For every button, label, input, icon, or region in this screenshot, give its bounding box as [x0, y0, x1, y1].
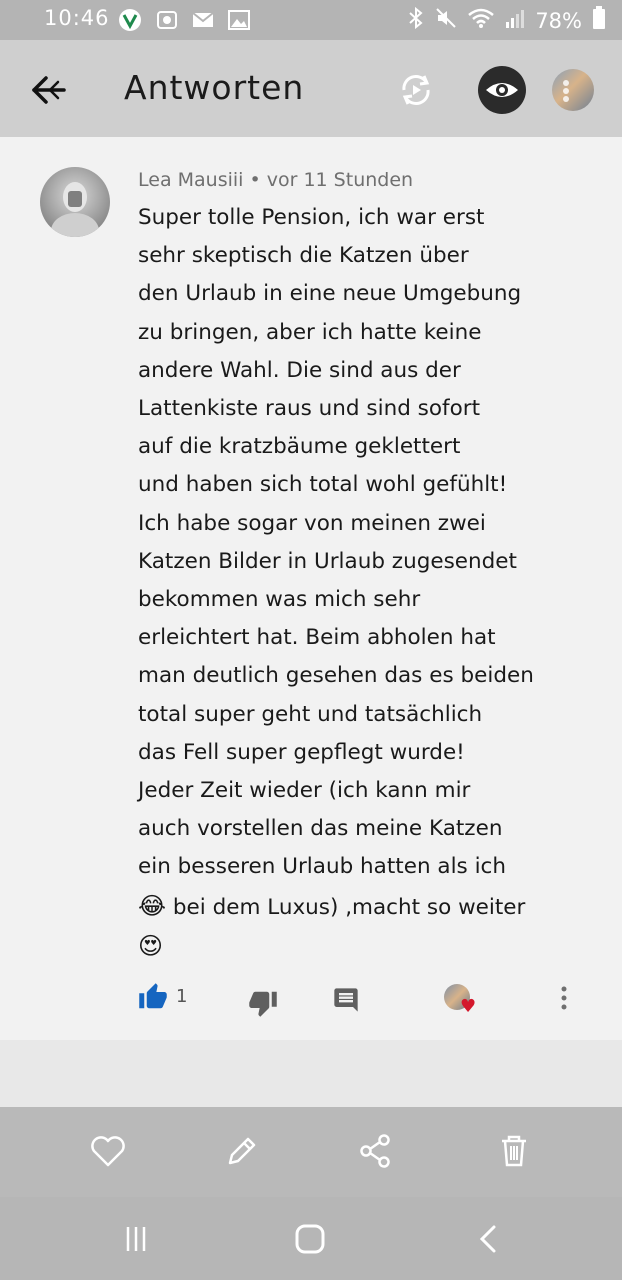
comment-icon: [334, 988, 358, 1012]
like-count: 1: [176, 986, 188, 1007]
home-button[interactable]: [292, 1221, 328, 1257]
comment-body-tail: bei dem Luxus) ,macht so weiter: [166, 894, 526, 920]
mute-icon: [435, 7, 457, 34]
recent-apps-icon: [126, 1227, 146, 1251]
nav-back-button[interactable]: [470, 1221, 506, 1257]
thumbs-up-icon: [139, 983, 167, 1009]
comment-actions: 1 ♥: [0, 980, 622, 1020]
page-title: Antworten: [124, 68, 305, 107]
notification-icons: [118, 8, 250, 36]
battery-icon: [592, 6, 606, 35]
share-icon: [360, 1134, 390, 1168]
comment-card: Lea Mausiii • vor 11 Stunden Super tolle…: [0, 137, 622, 1040]
profile-photo: [563, 80, 569, 102]
meta-separator: •: [249, 169, 261, 191]
battery-text: 78%: [535, 8, 582, 33]
mail-icon: [192, 11, 214, 33]
edit-button[interactable]: [222, 1131, 262, 1171]
more-options-button[interactable]: [556, 982, 572, 1014]
comment-time: vor 11 Stunden: [266, 169, 414, 191]
comment-author[interactable]: Lea Mausiii: [138, 169, 243, 191]
comment-body: Super tolle Pension, ich war erst sehr s…: [138, 205, 534, 880]
refresh-button[interactable]: [396, 70, 436, 110]
home-icon: [295, 1224, 325, 1254]
more-vert-icon: [561, 986, 567, 1010]
content-spacer: [0, 1040, 622, 1107]
heart-outline-icon: [91, 1136, 125, 1167]
chevron-left-icon: [479, 1225, 496, 1253]
status-bar: 10:46 78%: [0, 0, 622, 40]
favorite-button[interactable]: [88, 1131, 128, 1171]
image-icon: [228, 10, 250, 34]
comment-meta: Lea Mausiii • vor 11 Stunden: [138, 169, 413, 191]
recent-apps-button[interactable]: [118, 1221, 154, 1257]
profile-avatar[interactable]: [552, 69, 594, 111]
refresh-icon: [402, 75, 430, 105]
heart-eyes-emoji: 😍: [138, 931, 164, 960]
vpn-icon: [118, 8, 142, 36]
dislike-button[interactable]: [248, 988, 278, 1018]
bottom-toolbar: [0, 1107, 622, 1197]
back-button[interactable]: [28, 72, 72, 108]
visibility-button[interactable]: [478, 66, 526, 114]
trash-icon: [502, 1135, 526, 1167]
app-bar: Antworten: [0, 40, 622, 137]
reply-button[interactable]: [332, 986, 360, 1014]
like-button[interactable]: [138, 982, 168, 1012]
thumbs-down-icon: [249, 991, 277, 1017]
avatar-photo: [51, 182, 99, 237]
comment-avatar[interactable]: [40, 167, 110, 237]
signal-icon: [505, 7, 525, 34]
system-status: 78%: [407, 6, 606, 35]
laughing-emoji: 😂: [138, 891, 167, 920]
bluetooth-icon: [407, 6, 425, 35]
heart-icon: ♥: [460, 996, 477, 1017]
comment-text: Super tolle Pension, ich war erst sehr s…: [138, 199, 558, 967]
back-arrow-icon: [32, 76, 66, 104]
share-button[interactable]: [356, 1131, 396, 1171]
eye-icon: [486, 83, 518, 97]
system-nav-bar: [0, 1197, 622, 1280]
delete-button[interactable]: [494, 1131, 534, 1171]
status-time: 10:46: [44, 6, 110, 30]
pencil-icon: [228, 1137, 256, 1165]
photo-lock-icon: [156, 9, 178, 35]
wifi-icon: [467, 7, 495, 34]
